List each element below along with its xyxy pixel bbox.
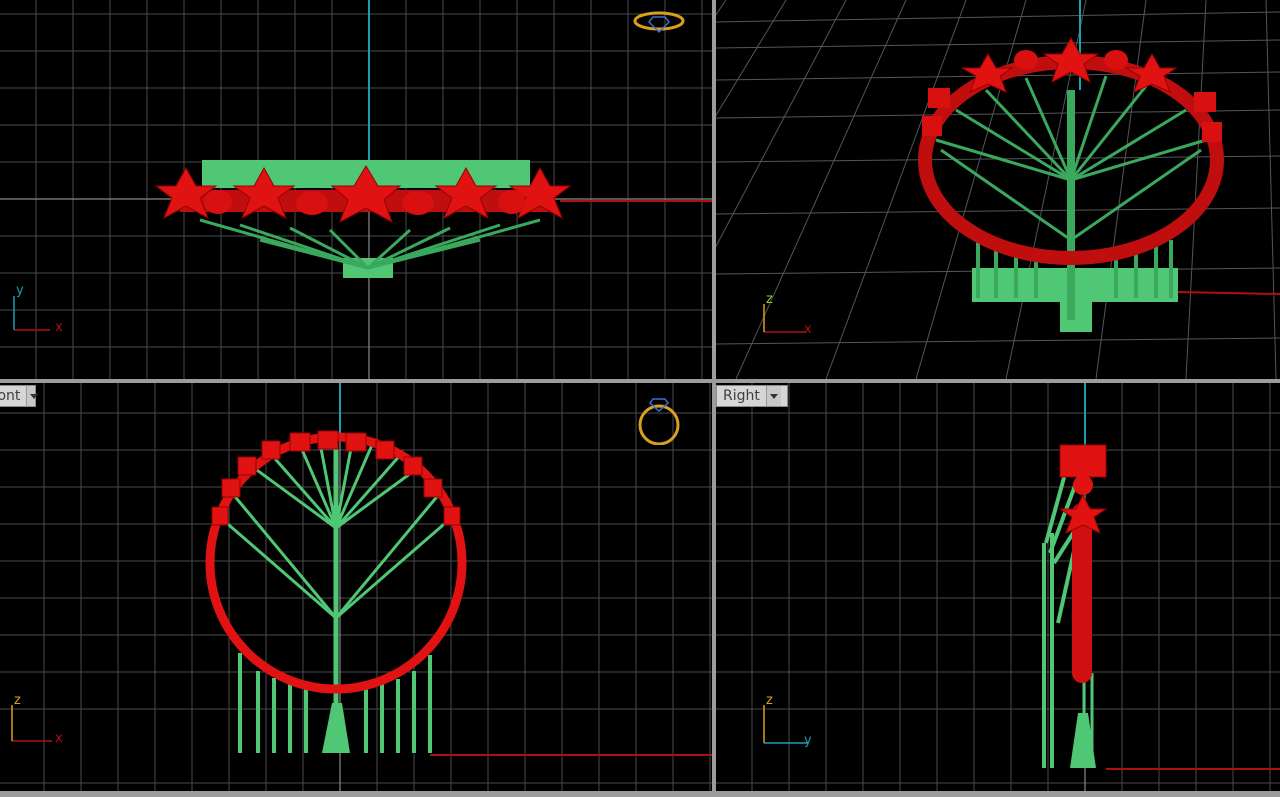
tab-right[interactable]: Right xyxy=(716,385,788,407)
front-axis-label-z: z xyxy=(14,693,21,708)
ring-band-side xyxy=(1072,503,1092,683)
viewport-right[interactable]: Right z y xyxy=(716,383,1280,791)
top-axis-label-y: y xyxy=(16,283,24,298)
top-view-scene xyxy=(0,0,712,379)
viewport-top[interactable]: y x xyxy=(0,0,712,379)
perspective-view-scene xyxy=(716,0,1280,379)
tab-front-label: Front xyxy=(0,388,21,404)
top-axis-label-x: x xyxy=(55,320,63,335)
tab-right-label: Right xyxy=(723,388,760,404)
right-axis-label-z: z xyxy=(766,693,773,708)
grid xyxy=(716,383,1280,791)
ring-stars xyxy=(960,36,1178,93)
ring-orientation-icon-top[interactable] xyxy=(633,8,685,36)
right-axis-label-y: y xyxy=(804,733,812,748)
front-view-scene xyxy=(0,383,712,791)
ring-top-block xyxy=(1059,444,1107,478)
perspective-axis-label-z: z xyxy=(766,292,773,307)
perspective-axis-label-x: x xyxy=(804,322,812,337)
chevron-down-icon[interactable] xyxy=(765,386,781,406)
tab-front[interactable]: Front xyxy=(0,385,38,407)
right-view-scene xyxy=(716,383,1280,791)
x-axis-line xyxy=(1175,291,1280,295)
viewport-front[interactable]: Front z x xyxy=(0,383,712,791)
chevron-down-icon[interactable] xyxy=(26,386,38,406)
ring-orientation-icon-front[interactable] xyxy=(634,395,684,445)
support-stem-base xyxy=(1060,280,1092,332)
front-axis-label-x: x xyxy=(55,731,63,746)
viewport-perspective[interactable]: z x xyxy=(716,0,1280,379)
